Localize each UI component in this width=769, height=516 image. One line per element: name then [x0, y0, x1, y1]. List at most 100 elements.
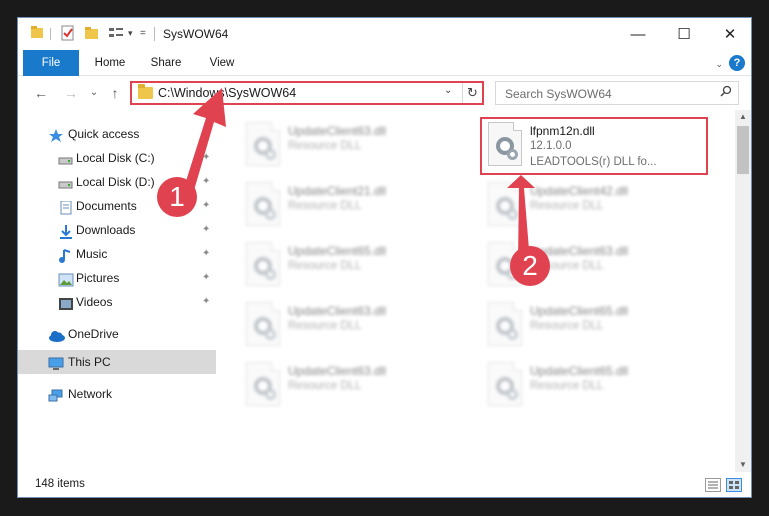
properties-icon[interactable]	[60, 25, 76, 43]
file-item[interactable]: UpdateClient65.dll Resource DLL	[482, 358, 707, 410]
nav-label: Documents	[76, 199, 137, 213]
drive-icon	[58, 151, 74, 165]
dll-file-icon	[246, 362, 280, 406]
scroll-up-icon[interactable]: ▲	[735, 110, 751, 124]
item-count: 148 items	[35, 478, 85, 490]
file-item[interactable]: UpdateClient42.dll Resource DLL	[482, 178, 707, 230]
navigation-row: ← → ⌄ ↑ C:\Windows\SysWOW64 ⌄ ↻ Search S…	[18, 77, 751, 109]
download-icon	[58, 223, 74, 239]
file-name: UpdateClient65.dll	[530, 364, 629, 378]
music-icon	[58, 247, 74, 263]
nav-label: Local Disk (D:)	[76, 175, 155, 189]
up-button[interactable]: ↑	[106, 83, 124, 103]
tab-share[interactable]: Share	[142, 50, 190, 76]
title-divider	[154, 27, 155, 41]
ribbon-tabs: File Home Share View ⌄ ?	[18, 50, 751, 76]
forward-button[interactable]: →	[62, 83, 80, 103]
pin-icon[interactable]: ✦	[202, 218, 210, 242]
scroll-down-icon[interactable]: ▼	[735, 458, 751, 472]
address-dropdown-icon[interactable]: ⌄	[444, 85, 452, 96]
dll-file-icon	[488, 122, 522, 166]
dll-file-icon	[488, 362, 522, 406]
documents-icon	[58, 199, 74, 215]
folder-icon[interactable]	[30, 25, 44, 43]
file-item[interactable]: UpdateClient63.dll Resource DLL	[240, 118, 465, 170]
step-1-badge: 1	[157, 177, 197, 217]
file-item[interactable]: UpdateClient65.dll Resource DLL	[482, 298, 707, 350]
nav-label: Videos	[76, 295, 113, 309]
file-name: UpdateClient65.dll	[530, 304, 629, 318]
new-folder-icon[interactable]	[84, 25, 100, 43]
qa-pipe: =	[140, 28, 146, 39]
minimize-icon: —	[630, 25, 646, 43]
minimize-button[interactable]: —	[615, 18, 661, 50]
pin-icon[interactable]: ✦	[202, 242, 210, 266]
file-name: UpdateClient63.dll	[288, 304, 387, 318]
nav-item-local-disk-c[interactable]: Local Disk (C:) ✦	[58, 146, 218, 170]
tiles-view-icon[interactable]	[726, 478, 742, 492]
dll-file-icon	[246, 182, 280, 226]
nav-label: This PC	[68, 355, 111, 369]
file-name: UpdateClient42.dll	[530, 184, 629, 198]
help-button[interactable]: ?	[729, 55, 745, 71]
scroll-thumb[interactable]	[737, 126, 749, 174]
folder-icon	[138, 84, 153, 99]
file-type: Resource DLL	[288, 380, 362, 392]
nav-label: Network	[68, 387, 113, 401]
search-input[interactable]: Search SysWOW64	[505, 87, 612, 101]
recent-locations-button[interactable]: ⌄	[88, 83, 100, 103]
file-name: UpdateClient65.dll	[288, 244, 387, 258]
file-item-lfpnm12n[interactable]: lfpnm12n.dll 12.1.0.0 LEADTOOLS(r) DLL f…	[482, 118, 707, 174]
step-2-badge: 2	[510, 246, 550, 286]
tab-home[interactable]: Home	[84, 50, 136, 76]
computer-icon	[48, 355, 64, 370]
nav-item-music[interactable]: Music ✦	[58, 242, 218, 266]
address-path: C:\Windows\SysWOW64	[158, 86, 297, 100]
pin-icon[interactable]: ✦	[202, 290, 210, 314]
file-item[interactable]: UpdateClient21.dll Resource DLL	[240, 178, 465, 230]
nav-item-pictures[interactable]: Pictures ✦	[58, 266, 218, 290]
maximize-button[interactable]: ☐	[661, 18, 707, 50]
close-button[interactable]: ✕	[707, 18, 751, 50]
status-bar: 148 items	[18, 472, 751, 497]
nav-item-quick-access[interactable]: Quick access	[48, 122, 218, 146]
nav-item-this-pc[interactable]: This PC	[48, 350, 216, 374]
details-view-icon[interactable]	[705, 478, 721, 492]
pin-icon[interactable]: ✦	[202, 194, 210, 218]
nav-label: Local Disk (C:)	[76, 151, 155, 165]
address-bar[interactable]: C:\Windows\SysWOW64 ⌄ ↻	[130, 81, 484, 105]
pin-icon[interactable]: ✦	[202, 170, 210, 194]
file-type: Resource DLL	[530, 320, 604, 332]
file-name: UpdateClient21.dll	[288, 184, 387, 198]
tab-view[interactable]: View	[198, 50, 246, 76]
nav-item-network[interactable]: Network	[48, 382, 218, 406]
pin-icon[interactable]: ✦	[202, 266, 210, 290]
search-box[interactable]: Search SysWOW64	[495, 81, 739, 105]
qa-dropdown-icon[interactable]: ▾	[128, 28, 133, 46]
file-name: UpdateClient63.dll	[288, 364, 387, 378]
file-type: Resource DLL	[288, 320, 362, 332]
close-icon: ✕	[723, 26, 737, 43]
file-item[interactable]: UpdateClient63.dll Resource DLL	[240, 358, 465, 410]
nav-item-onedrive[interactable]: OneDrive	[48, 322, 218, 346]
dll-file-icon	[246, 122, 280, 166]
dll-file-icon	[488, 182, 522, 226]
dll-file-icon	[488, 302, 522, 346]
refresh-button[interactable]: ↻	[462, 83, 482, 103]
vertical-scrollbar[interactable]: ▲ ▼	[735, 110, 751, 472]
file-list: UpdateClient63.dll Resource DLL UpdateCl…	[218, 110, 735, 472]
nav-item-videos[interactable]: Videos ✦	[58, 290, 218, 314]
nav-label: Quick access	[68, 127, 140, 141]
back-button[interactable]: ←	[32, 83, 50, 103]
tab-file[interactable]: File	[23, 50, 79, 76]
file-item[interactable]: UpdateClient63.dll Resource DLL	[240, 298, 465, 350]
view-options-icon[interactable]	[108, 25, 126, 43]
pin-icon[interactable]: ✦	[202, 146, 210, 170]
search-icon	[720, 85, 732, 100]
nav-item-downloads[interactable]: Downloads ✦	[58, 218, 218, 242]
ribbon-expand-icon[interactable]: ⌄	[715, 59, 723, 70]
file-item[interactable]: UpdateClient65.dll Resource DLL	[240, 238, 465, 290]
window-title: SysWOW64	[163, 27, 229, 41]
network-icon	[48, 387, 64, 402]
title-bar: ▾ = SysWOW64 — ☐ ✕	[18, 18, 751, 50]
